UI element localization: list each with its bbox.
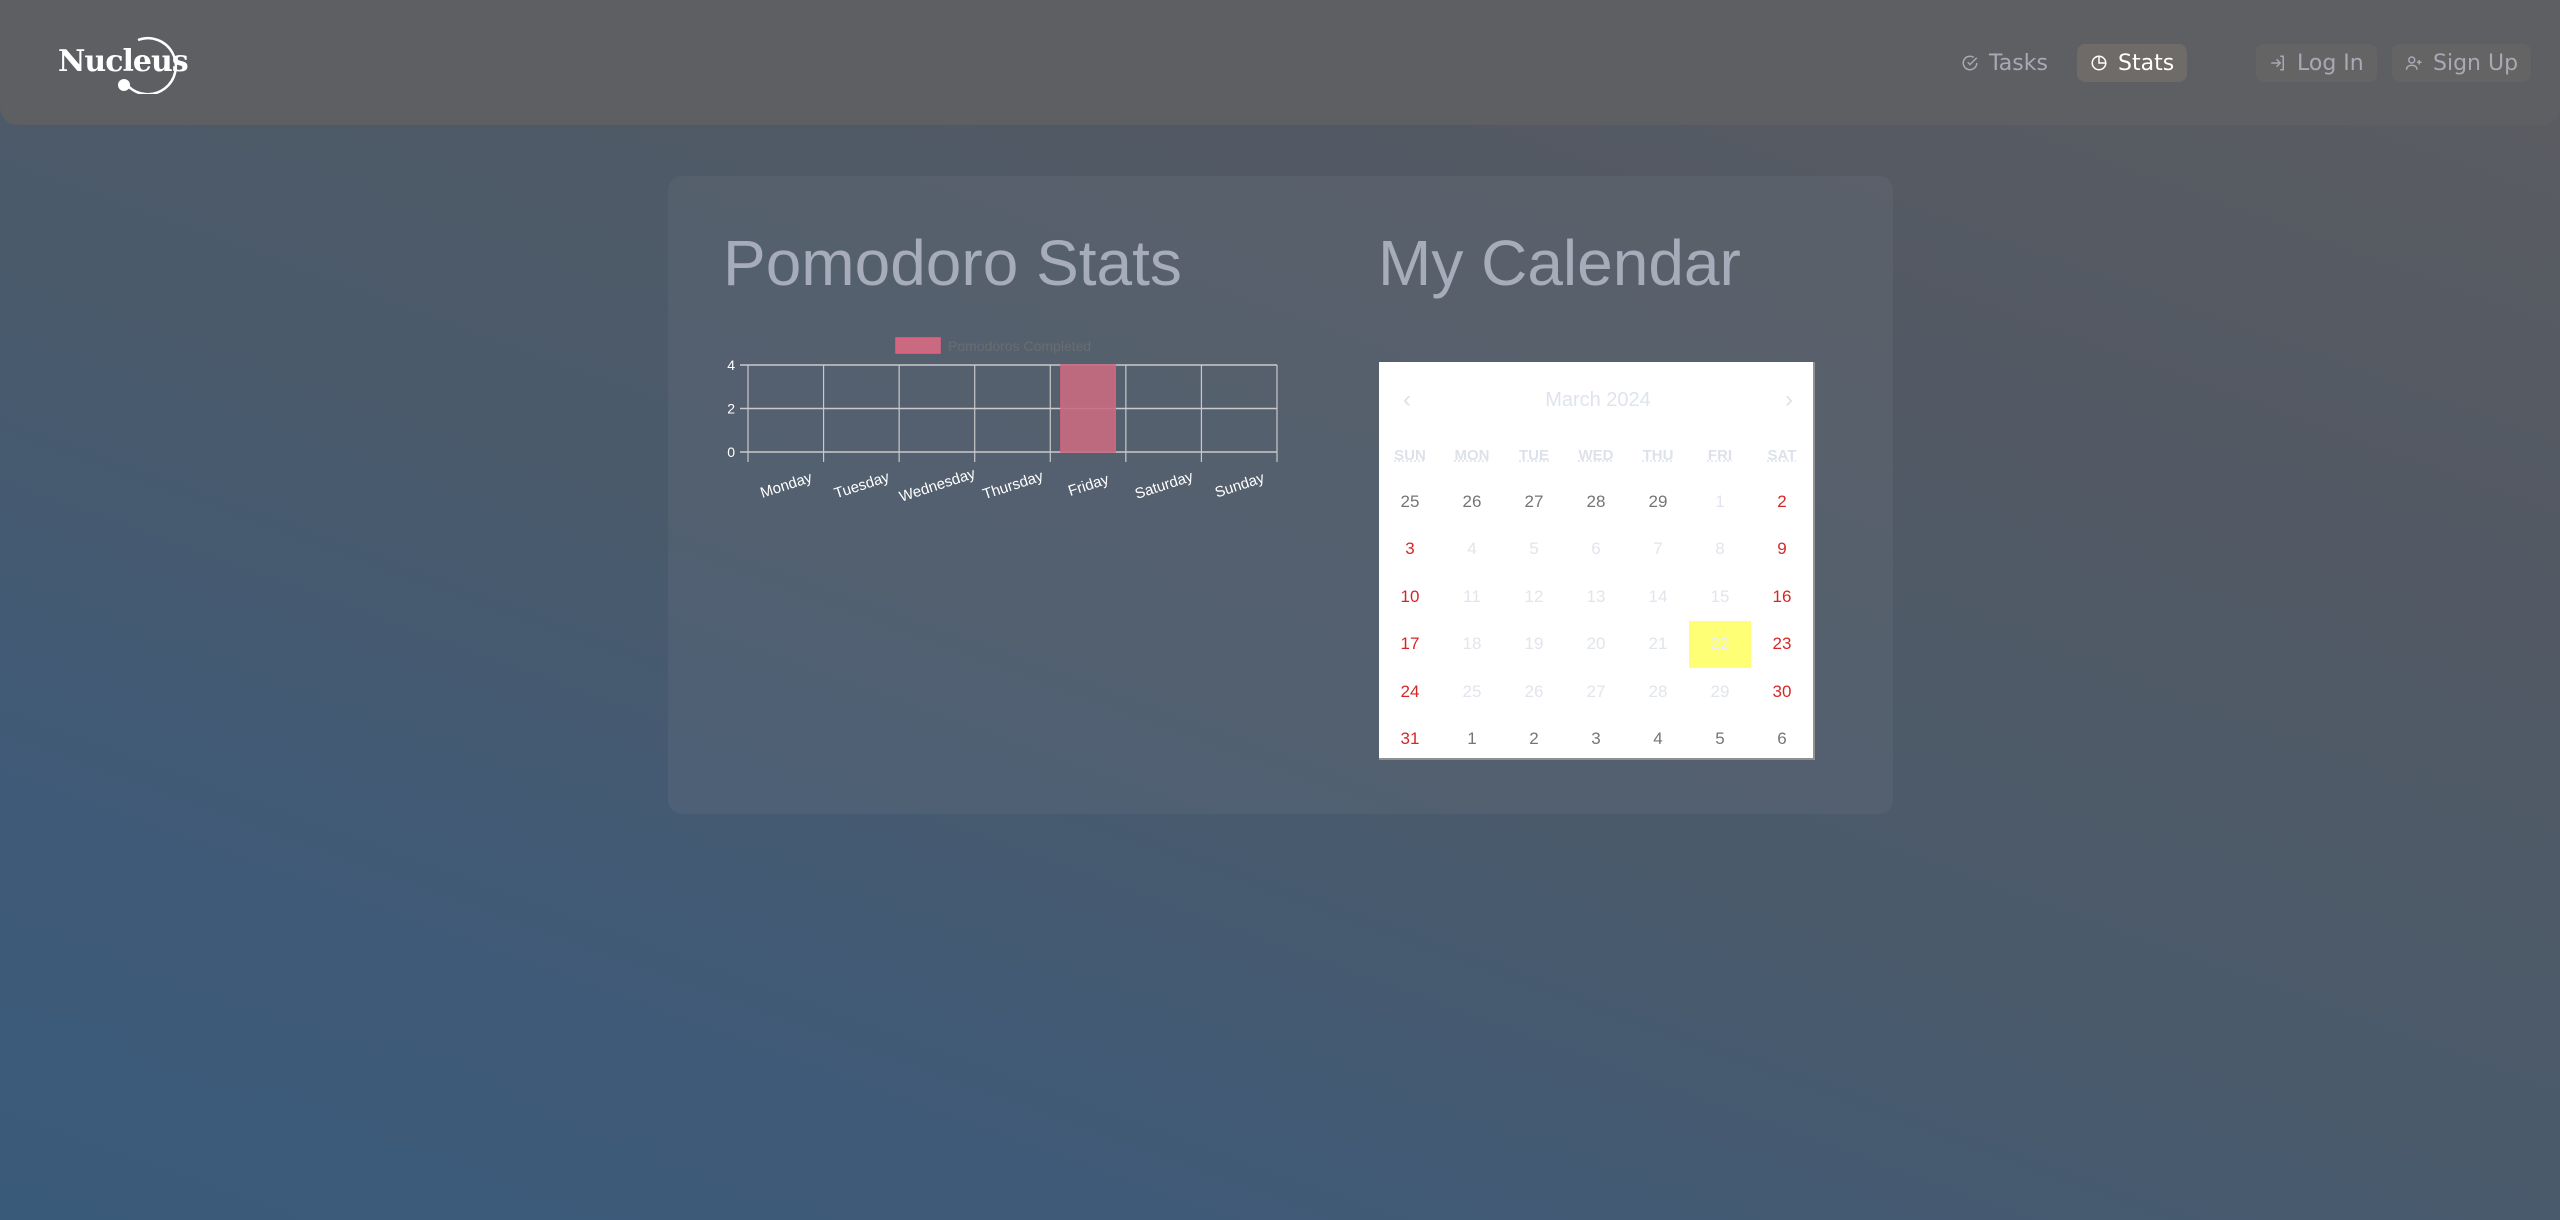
calendar-day[interactable]: 5 <box>1689 716 1751 764</box>
calendar-day[interactable]: 16 <box>1751 573 1813 621</box>
weekday-thu: THU <box>1642 447 1674 464</box>
bar-friday <box>1060 364 1116 453</box>
weekday-header: SUN MON TUE WED THU FRI SAT <box>1379 447 1813 464</box>
y-tick-label: 0 <box>727 444 735 460</box>
weekday-sun: SUN <box>1394 447 1426 464</box>
log-in-label: Log In <box>2297 50 2364 76</box>
calendar-day[interactable]: 4 <box>1627 716 1689 764</box>
pomodoro-bar-chart: Pomodoros Completed 0 2 4 Monday Tuesday Wedne… <box>700 320 1300 520</box>
calendar-day[interactable]: 28 <box>1627 668 1689 716</box>
calendar-day[interactable]: 7 <box>1627 526 1689 574</box>
top-navbar: Nucleus Tasks Stats Log In Sign Up <box>0 0 2560 125</box>
calendar-day-today[interactable]: 22 <box>1689 620 1751 668</box>
x-tick-label: Saturday <box>1133 468 1196 503</box>
calendar-day[interactable]: 2 <box>1503 716 1565 764</box>
calendar-day[interactable]: 27 <box>1503 478 1565 526</box>
calendar-day[interactable]: 25 <box>1441 668 1503 716</box>
calendar-day[interactable]: 29 <box>1627 478 1689 526</box>
calendar-navigation: ‹ March 2024 › <box>1379 380 1813 420</box>
calendar-days-grid: 25 26 27 28 29 1 2 3 4 5 6 7 8 9 10 11 12 13 14 15 16 17 18 19 2… <box>1379 478 1813 763</box>
calendar-day[interactable]: 4 <box>1441 526 1503 574</box>
prev-month-button[interactable]: ‹ <box>1403 386 1411 414</box>
legend-label: Pomodoros Completed <box>948 338 1091 354</box>
circle-check-icon <box>1962 55 1978 71</box>
nav-stats-label: Stats <box>2118 50 2175 76</box>
calendar-day[interactable]: 9 <box>1751 526 1813 574</box>
y-tick-label: 2 <box>727 401 735 417</box>
nav-tasks-button[interactable]: Tasks <box>1948 44 2061 82</box>
calendar-day[interactable]: 3 <box>1379 526 1441 574</box>
calendar-day[interactable]: 1 <box>1441 716 1503 764</box>
legend-swatch <box>895 337 941 354</box>
calendar-day[interactable]: 3 <box>1565 716 1627 764</box>
calendar-day[interactable]: 19 <box>1503 621 1565 669</box>
calendar-widget: ‹ March 2024 › SUN MON TUE WED THU FRI SAT 25 2… <box>1379 362 1815 760</box>
nucleus-logo[interactable]: Nucleus <box>58 32 189 94</box>
calendar-day[interactable]: 17 <box>1379 621 1441 669</box>
log-in-button[interactable]: Log In <box>2256 44 2377 82</box>
calendar-day[interactable]: 1 <box>1689 478 1751 526</box>
x-tick-label: Sunday <box>1213 469 1267 501</box>
x-tick-label: Monday <box>758 469 814 502</box>
user-plus-icon <box>2405 56 2422 70</box>
sign-up-button[interactable]: Sign Up <box>2392 44 2532 82</box>
calendar-day[interactable]: 8 <box>1689 526 1751 574</box>
calendar-day[interactable]: 24 <box>1379 668 1441 716</box>
pomodoro-stats-title: Pomodoro Stats <box>723 227 1182 299</box>
calendar-day[interactable]: 27 <box>1565 668 1627 716</box>
x-tick-label: Wednesday <box>897 465 978 506</box>
x-tick-label: Thursday <box>981 468 1046 504</box>
calendar-day[interactable]: 11 <box>1441 573 1503 621</box>
calendar-day[interactable]: 13 <box>1565 573 1627 621</box>
calendar-day[interactable]: 5 <box>1503 526 1565 574</box>
calendar-day[interactable]: 31 <box>1379 716 1441 764</box>
weekday-mon: MON <box>1454 447 1490 464</box>
logo-text: Nucleus <box>58 44 189 79</box>
nav-tasks-label: Tasks <box>1989 50 2048 76</box>
calendar-day[interactable]: 2 <box>1751 478 1813 526</box>
nav-stats-button[interactable]: Stats <box>2077 44 2188 82</box>
y-tick-label: 4 <box>727 357 735 373</box>
calendar-day[interactable]: 30 <box>1751 668 1813 716</box>
my-calendar-title: My Calendar <box>1378 227 1741 299</box>
sign-up-label: Sign Up <box>2433 50 2519 76</box>
calendar-day[interactable]: 12 <box>1503 573 1565 621</box>
weekday-tue: TUE <box>1519 447 1549 464</box>
calendar-day[interactable]: 26 <box>1503 668 1565 716</box>
calendar-day[interactable]: 15 <box>1689 573 1751 621</box>
calendar-day[interactable]: 10 <box>1379 573 1441 621</box>
calendar-day[interactable]: 6 <box>1565 526 1627 574</box>
calendar-day[interactable]: 25 <box>1379 478 1441 526</box>
pie-chart-icon <box>2091 55 2107 71</box>
calendar-day[interactable]: 18 <box>1441 621 1503 669</box>
weekday-wed: WED <box>1578 447 1614 464</box>
chart-svg: Pomodoros Completed 0 2 4 Monday Tuesday Wedne… <box>727 337 1278 506</box>
calendar-day[interactable]: 29 <box>1689 668 1751 716</box>
x-tick-label: Tuesday <box>832 468 892 502</box>
weekday-sat: SAT <box>1767 447 1797 464</box>
log-in-icon <box>2271 55 2284 71</box>
calendar-day[interactable]: 6 <box>1751 716 1813 764</box>
calendar-day[interactable]: 20 <box>1565 621 1627 669</box>
weekday-fri: FRI <box>1707 447 1733 464</box>
calendar-day[interactable]: 28 <box>1565 478 1627 526</box>
calendar-day[interactable]: 21 <box>1627 621 1689 669</box>
month-label[interactable]: March 2024 <box>1545 389 1651 412</box>
x-tick-label: Friday <box>1066 471 1111 500</box>
calendar-day[interactable]: 14 <box>1627 573 1689 621</box>
calendar-day[interactable]: 26 <box>1441 478 1503 526</box>
calendar-day[interactable]: 23 <box>1751 621 1813 669</box>
next-month-button[interactable]: › <box>1785 386 1793 414</box>
